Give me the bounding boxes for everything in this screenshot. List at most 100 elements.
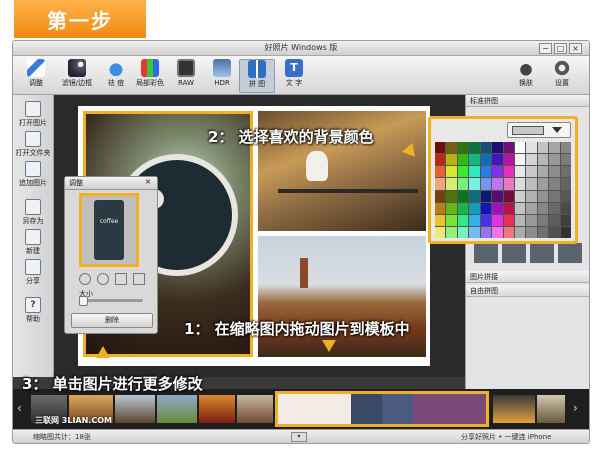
color-swatch[interactable] [549, 202, 560, 214]
color-swatch[interactable] [560, 190, 571, 202]
flip-horizontal-icon[interactable] [133, 273, 145, 285]
filmstrip-thumb[interactable] [237, 395, 273, 423]
color-swatch[interactable] [492, 142, 503, 154]
dialog-close-button[interactable]: × [143, 177, 153, 187]
color-swatch[interactable] [526, 142, 537, 154]
color-swatch[interactable] [480, 214, 492, 226]
color-swatch[interactable] [503, 214, 514, 226]
color-swatch[interactable] [492, 202, 503, 214]
color-swatch[interactable] [549, 214, 560, 226]
color-swatch[interactable] [537, 190, 549, 202]
color-swatch[interactable] [526, 226, 537, 238]
color-swatch[interactable] [526, 154, 537, 166]
color-swatch[interactable] [560, 178, 571, 190]
color-swatch[interactable] [526, 190, 537, 202]
color-swatch[interactable] [469, 166, 480, 178]
color-swatch[interactable] [549, 226, 560, 238]
color-swatch[interactable] [435, 142, 446, 154]
color-swatch[interactable] [469, 202, 480, 214]
color-swatch[interactable] [457, 214, 469, 226]
color-swatch[interactable] [457, 142, 469, 154]
color-swatch[interactable] [435, 190, 446, 202]
color-swatch[interactable] [446, 178, 457, 190]
color-swatch[interactable] [435, 214, 446, 226]
color-swatch[interactable] [446, 154, 457, 166]
color-swatch[interactable] [560, 202, 571, 214]
delete-button[interactable]: 删除 [71, 313, 153, 328]
collapse-toggle[interactable]: ▾ [291, 432, 307, 442]
color-swatch[interactable] [457, 190, 469, 202]
sidebar-item-help[interactable]: ? 帮助 [13, 297, 53, 324]
tool-acne[interactable]: 祛 痘 [99, 59, 133, 91]
color-swatch[interactable] [469, 154, 480, 166]
color-swatch[interactable] [503, 142, 514, 154]
rotate-right-icon[interactable] [97, 273, 109, 285]
section-image-stitch[interactable]: 图片拼接 [466, 271, 589, 283]
color-swatch[interactable] [560, 142, 571, 154]
tool-raw[interactable]: RAW [169, 59, 203, 91]
sidebar-item-open-image[interactable]: 打开图片 [13, 101, 53, 128]
sidebar-item-share[interactable]: 分享 [13, 259, 53, 286]
color-swatch[interactable] [526, 202, 537, 214]
color-swatch[interactable] [469, 190, 480, 202]
color-swatch[interactable] [446, 166, 457, 178]
size-slider-thumb[interactable] [79, 296, 88, 306]
color-swatch[interactable] [446, 214, 457, 226]
color-swatch[interactable] [480, 166, 492, 178]
filmstrip-next-arrow[interactable]: › [573, 401, 583, 415]
tool-settings[interactable]: 设置 [545, 59, 579, 91]
color-swatch[interactable] [537, 202, 549, 214]
color-swatch[interactable] [514, 142, 526, 154]
tool-filter-border[interactable]: 滤镜/边框 [57, 59, 97, 91]
share-link[interactable]: 分享好照片 • 一键连 iPhone [461, 430, 551, 443]
color-swatch[interactable] [503, 166, 514, 178]
color-swatch[interactable] [549, 142, 560, 154]
color-swatch[interactable] [435, 154, 446, 166]
sidebar-item-add-image[interactable]: 追加图片 [13, 161, 53, 188]
tool-local-color[interactable]: 局部彩色 [133, 59, 167, 91]
tool-adjust[interactable]: 调整 [19, 59, 53, 91]
color-swatch[interactable] [480, 202, 492, 214]
color-swatch[interactable] [514, 178, 526, 190]
color-swatch[interactable] [560, 214, 571, 226]
layout-template[interactable] [530, 243, 554, 263]
color-swatch[interactable] [503, 154, 514, 166]
tool-collage[interactable]: 拼 图 [239, 59, 275, 93]
sidebar-item-open-folder[interactable]: 打开文件夹 [13, 131, 53, 158]
color-swatch[interactable] [549, 178, 560, 190]
color-swatch[interactable] [435, 226, 446, 238]
color-swatch[interactable] [537, 214, 549, 226]
color-swatch[interactable] [514, 202, 526, 214]
section-standard-collage[interactable]: 标准拼图 [466, 95, 589, 107]
color-swatch[interactable] [480, 178, 492, 190]
color-swatch[interactable] [457, 154, 469, 166]
color-swatch[interactable] [480, 154, 492, 166]
color-swatch[interactable] [549, 190, 560, 202]
layout-template[interactable] [558, 243, 582, 263]
color-swatch[interactable] [549, 166, 560, 178]
color-swatch[interactable] [560, 166, 571, 178]
color-swatch[interactable] [537, 154, 549, 166]
color-swatch[interactable] [537, 142, 549, 154]
color-swatch[interactable] [457, 166, 469, 178]
color-swatch[interactable] [446, 142, 457, 154]
color-swatch[interactable] [537, 226, 549, 238]
color-swatch[interactable] [457, 226, 469, 238]
sidebar-item-new[interactable]: 新建 [13, 229, 53, 256]
filmstrip-thumb[interactable] [115, 395, 155, 423]
color-swatch[interactable] [457, 178, 469, 190]
color-swatch[interactable] [514, 154, 526, 166]
color-swatch[interactable] [469, 226, 480, 238]
color-swatch[interactable] [549, 154, 560, 166]
color-swatch[interactable] [480, 226, 492, 238]
close-button[interactable]: × [569, 43, 582, 54]
filmstrip-thumb[interactable] [537, 395, 565, 423]
color-swatch[interactable] [457, 202, 469, 214]
color-swatch[interactable] [560, 226, 571, 238]
color-swatch[interactable] [469, 142, 480, 154]
color-swatch[interactable] [469, 214, 480, 226]
color-swatch[interactable] [492, 166, 503, 178]
filmstrip-selection-highlight[interactable] [275, 391, 489, 427]
color-swatch[interactable] [503, 202, 514, 214]
color-swatch[interactable] [480, 142, 492, 154]
